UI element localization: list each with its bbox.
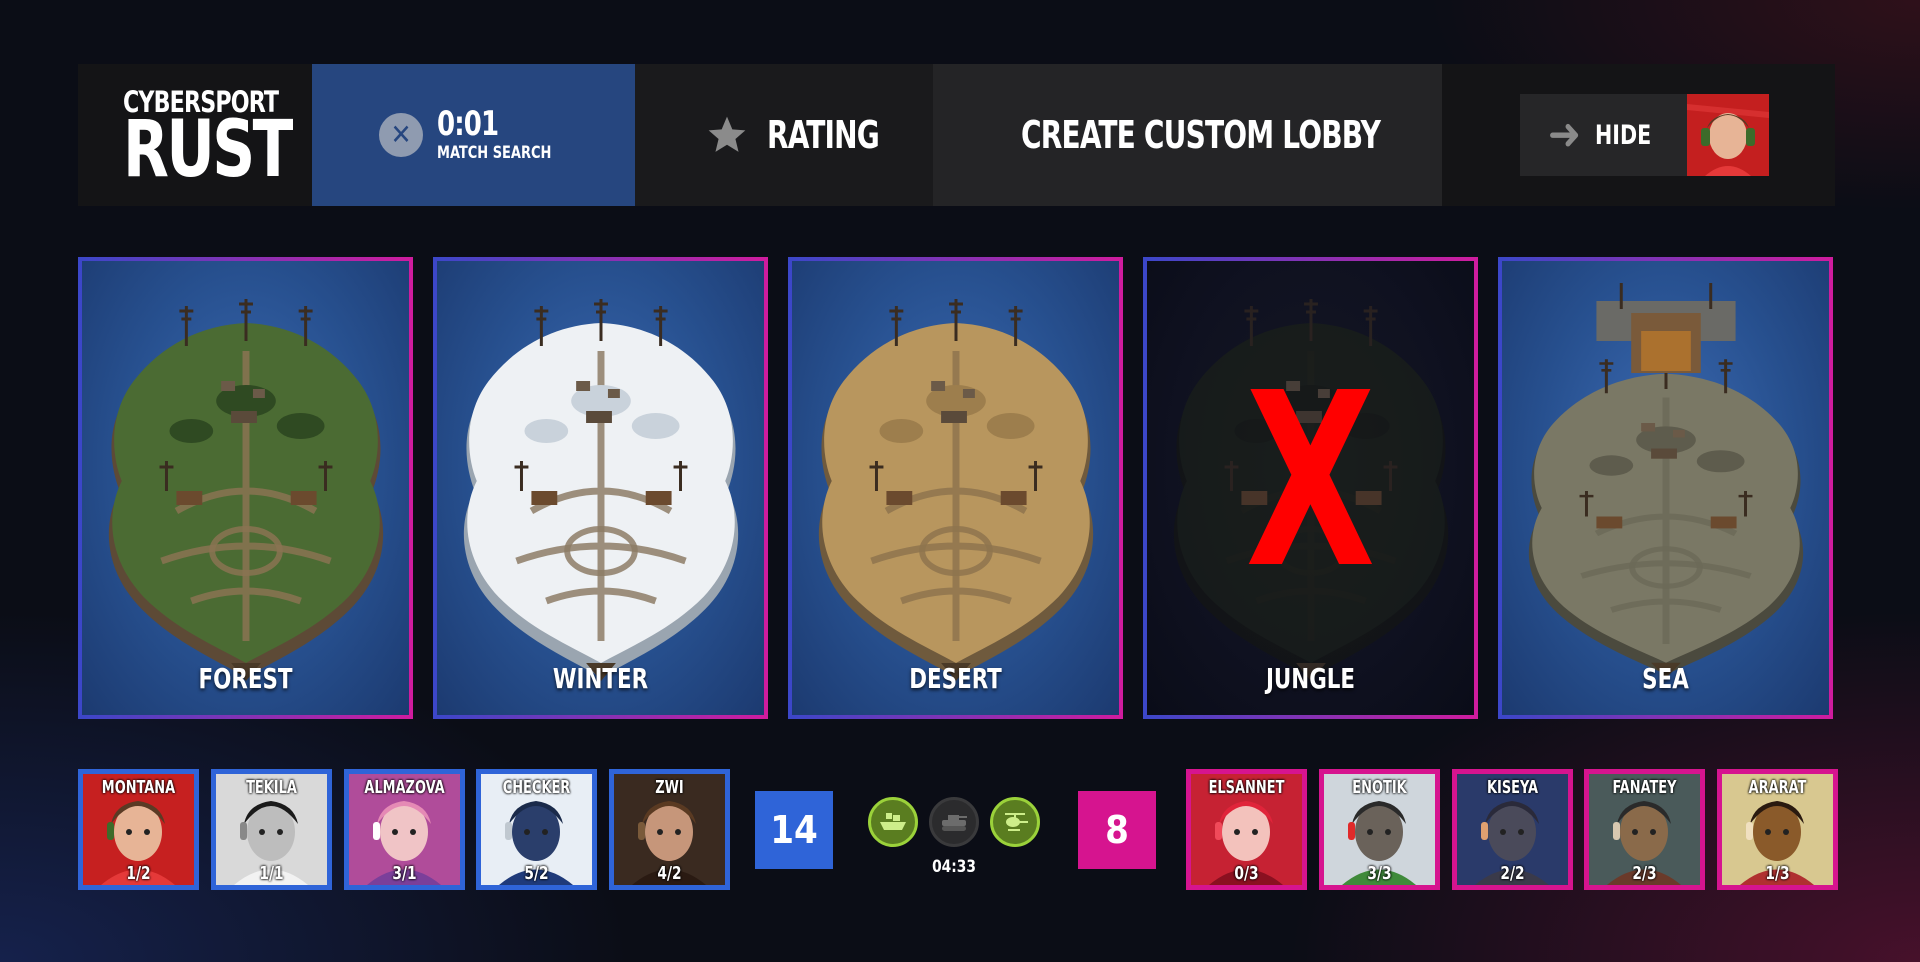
user-avatar[interactable] [1687,94,1769,176]
map-card-winter[interactable]: WINTER [433,257,768,719]
player-name: MONTANA [101,777,176,798]
top-bar: CYBERSPORT RUST ✕ 0:01 MATCH SEARCH RATI… [78,64,1835,206]
player-name: FANATEY [1612,777,1677,798]
player-name: TEKILA [246,777,297,798]
player-card[interactable]: ALMAZOVA 3/1 [344,769,465,890]
event-timer: 04:33 [932,857,976,877]
cargo-ship-icon [880,813,906,830]
player-score: 2/2 [1500,863,1525,884]
player-card[interactable]: MONTANA 1/2 [78,769,199,890]
map-image: FOREST [82,261,409,715]
map-image: DESERT [792,261,1119,715]
player-card[interactable]: KISEYA 2/2 [1452,769,1573,890]
player-score: 1/2 [126,863,151,884]
tank-icon [942,815,967,831]
player-name: ENOTIK [1352,777,1407,798]
player-card[interactable]: ARARAT 1/3 [1717,769,1838,890]
map-name: SEA [1642,662,1689,695]
star-icon [708,116,746,152]
map-name: WINTER [552,662,649,695]
create-lobby-label: CREATE CUSTOM LOBBY [1021,113,1381,157]
hide-label: HIDE [1594,119,1652,151]
player-name: ELSANNET [1208,777,1285,798]
cancel-search-icon[interactable]: ✕ [379,113,423,157]
player-name: CHECKER [502,777,571,798]
map-card-jungle[interactable]: X JUNGLE [1143,257,1478,719]
map-card-desert[interactable]: DESERT [788,257,1123,719]
map-image: X JUNGLE [1147,261,1474,715]
player-score: 5/2 [524,863,549,884]
map-image: SEA [1502,261,1829,715]
map-name: JUNGLE [1265,662,1356,695]
hide-button[interactable]: ➜ HIDE [1519,94,1769,176]
rating-label: RATING [767,113,880,157]
player-card[interactable]: ELSANNET 0/3 [1186,769,1307,890]
search-label: MATCH SEARCH [437,143,552,163]
player-score: 2/3 [1632,863,1657,884]
player-name: ALMAZOVA [364,777,445,798]
logo: CYBERSPORT RUST [78,64,312,206]
helicopter-event [990,797,1040,847]
player-score: 4/2 [657,863,682,884]
player-name: KISEYA [1486,777,1539,798]
map-name: FOREST [198,662,293,695]
rating-button[interactable]: RATING [635,64,933,206]
map-card-sea[interactable]: SEA [1498,257,1833,719]
player-score: 1/1 [259,863,284,884]
team-blue-score: 14 [755,791,833,869]
player-card[interactable]: FANATEY 2/3 [1584,769,1705,890]
map-name: DESERT [909,662,1002,695]
player-card[interactable]: ZWI 4/2 [609,769,730,890]
banned-mark: X [1245,341,1376,621]
team-pink-score: 8 [1078,791,1156,869]
map-image: WINTER [437,261,764,715]
search-timer: 0:01 [437,104,499,144]
logo-line-2: RUST [123,105,293,195]
player-name: ZWI [655,777,684,798]
match-search-button[interactable]: ✕ 0:01 MATCH SEARCH [312,64,635,206]
player-score: 1/3 [1765,863,1790,884]
create-custom-lobby-button[interactable]: CREATE CUSTOM LOBBY [933,64,1442,206]
player-score: 3/3 [1367,863,1392,884]
player-score: 0/3 [1234,863,1259,884]
player-score: 3/1 [392,863,417,884]
player-card[interactable]: TEKILA 1/1 [211,769,332,890]
cargo-ship-event [868,797,918,847]
map-selection: FOREST WINTER DESERT X JUNGLE SEA [78,257,1835,719]
helicopter-icon [1005,813,1028,831]
player-card[interactable]: ENOTIK 3/3 [1319,769,1440,890]
events-panel [868,797,1040,847]
arrow-right-icon: ➜ [1547,109,1581,160]
player-name: ARARAT [1748,777,1807,798]
tank-event [929,797,979,847]
player-card[interactable]: CHECKER 5/2 [476,769,597,890]
map-card-forest[interactable]: FOREST [78,257,413,719]
